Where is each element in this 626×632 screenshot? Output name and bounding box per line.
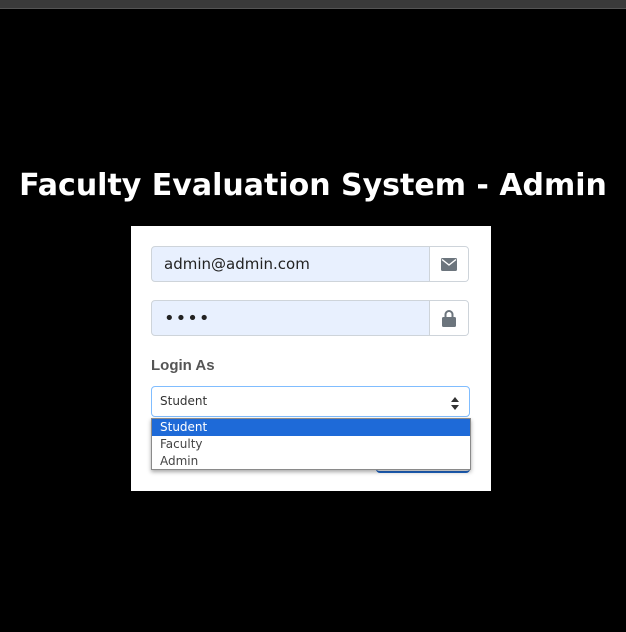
email-input[interactable] [152, 247, 432, 281]
login-as-label: Login As [151, 357, 215, 374]
option-admin[interactable]: Admin [152, 453, 470, 470]
login-as-dropdown-list: Student Faculty Admin [151, 418, 471, 470]
lock-icon [429, 301, 468, 335]
login-as-select[interactable]: Student [151, 386, 470, 417]
browser-top-bar [0, 0, 626, 9]
select-arrows-icon [451, 395, 459, 414]
password-input[interactable] [152, 301, 432, 335]
option-student[interactable]: Student [152, 419, 470, 436]
envelope-icon [429, 247, 468, 281]
login-as-selected-value: Student [160, 394, 208, 408]
password-field-group [151, 300, 469, 336]
page-title: Faculty Evaluation System - Admin [19, 168, 607, 203]
email-field-group [151, 246, 469, 282]
option-faculty[interactable]: Faculty [152, 436, 470, 453]
